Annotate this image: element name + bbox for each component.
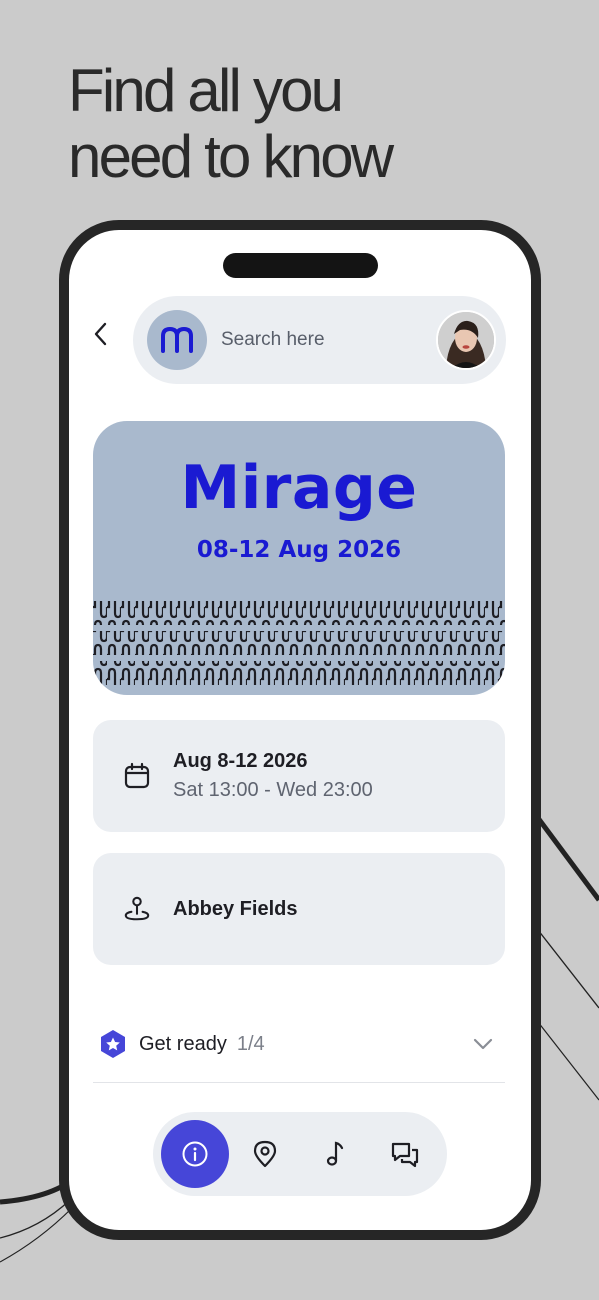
bottom-tab-bar bbox=[153, 1112, 447, 1196]
profile-photo bbox=[438, 312, 494, 368]
avatar[interactable] bbox=[436, 310, 496, 370]
location-pin-icon bbox=[253, 1140, 277, 1168]
star-badge-icon bbox=[101, 1030, 125, 1058]
banner-title: Mirage bbox=[180, 453, 418, 523]
event-time-range: Sat 13:00 - Wed 23:00 bbox=[173, 779, 373, 801]
tab-location[interactable] bbox=[231, 1120, 299, 1188]
mirage-m-icon bbox=[161, 326, 193, 353]
music-note-icon bbox=[326, 1141, 344, 1166]
search-input[interactable]: Search here bbox=[221, 329, 436, 351]
calendar-icon bbox=[123, 762, 151, 790]
chevron-left-icon bbox=[94, 322, 107, 346]
get-ready-progress: 1/4 bbox=[236, 1032, 265, 1055]
location-card[interactable]: Abbey Fields bbox=[93, 853, 505, 965]
tab-music[interactable] bbox=[301, 1120, 369, 1188]
chat-icon bbox=[391, 1142, 419, 1168]
location-name: Abbey Fields bbox=[173, 897, 298, 920]
chevron-down-icon bbox=[473, 1038, 493, 1050]
banner-date: 08-12 Aug 2026 bbox=[196, 537, 402, 563]
wave-pattern-graphic bbox=[93, 601, 505, 685]
headline-line-2: need to know bbox=[68, 123, 394, 190]
divider bbox=[93, 1082, 505, 1083]
event-date-title: Aug 8-12 2026 bbox=[173, 750, 308, 772]
event-date-card[interactable]: Aug 8-12 2026 Sat 13:00 - Wed 23:00 bbox=[93, 720, 505, 832]
map-pin-icon bbox=[123, 895, 151, 923]
get-ready-section-toggle[interactable]: Get ready 1/4 bbox=[99, 1016, 499, 1072]
tab-chat[interactable] bbox=[371, 1120, 439, 1188]
dynamic-island bbox=[223, 253, 378, 278]
phone-frame: Search here Mirage 08-12 Aug 2026 Aug 8-… bbox=[59, 220, 541, 1240]
headline-line-1: Find all you bbox=[68, 57, 344, 124]
mirage-logo bbox=[147, 310, 207, 370]
back-button[interactable] bbox=[89, 322, 113, 346]
get-ready-label: Get ready bbox=[139, 1032, 227, 1055]
info-icon bbox=[182, 1141, 208, 1167]
tab-info[interactable] bbox=[161, 1120, 229, 1188]
page-headline: Find all you need to know bbox=[68, 57, 394, 190]
search-bar[interactable]: Search here bbox=[133, 296, 506, 384]
event-banner[interactable]: Mirage 08-12 Aug 2026 bbox=[93, 421, 505, 695]
